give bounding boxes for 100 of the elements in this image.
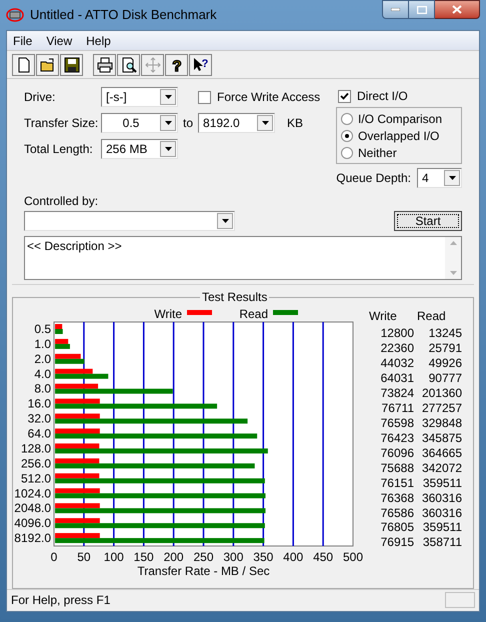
checkbox[interactable] (198, 90, 211, 104)
total-length-select[interactable]: 256 MB (101, 139, 178, 159)
toolbar-button[interactable] (117, 54, 140, 76)
category-label: 128.0 (20, 441, 51, 456)
window-title: Untitled - ATTO Disk Benchmark (30, 6, 217, 24)
category-label: 2048.0 (14, 501, 51, 516)
table-cell-text: 358711 (422, 535, 462, 550)
transfer-size-select[interactable]: 0.5 (101, 113, 178, 133)
table-cell-text: 49926 (428, 356, 462, 370)
dropdown-arrow-icon (164, 147, 172, 151)
category-label: 4096.0 (14, 516, 51, 530)
field-label: Controlled by: (24, 193, 100, 210)
category-label: 4.0 (34, 366, 51, 381)
toolbar-button[interactable] (93, 54, 116, 76)
column-header: Write (369, 308, 398, 322)
dropdown-arrow-icon (262, 121, 269, 125)
table-cell-text: 64031 (380, 371, 414, 386)
table-cell-text: 76805 (380, 520, 414, 534)
tick-label: 450 (313, 550, 334, 564)
table-cell-text: 360316 (420, 490, 462, 505)
field-label: Drive: (24, 89, 56, 106)
controlled-by-select[interactable] (24, 211, 235, 231)
category-label: 256.0 (20, 456, 51, 470)
menu-item[interactable]: File (13, 32, 32, 50)
toolbar-button[interactable]: ? (189, 54, 212, 76)
tick-label: 350 (253, 550, 274, 564)
table-cell-text: 12800 (380, 326, 414, 340)
axis-title: Transfer Rate - MB / Sec (137, 564, 270, 577)
table-cell-text: 329848 (420, 416, 462, 430)
maximize-button[interactable] (409, 0, 435, 19)
table-cell-text: 364665 (420, 446, 462, 460)
tick-label: 50 (77, 550, 91, 564)
table-cell-text: 345875 (420, 430, 462, 445)
checkbox[interactable] (338, 90, 351, 102)
category-label: 1.0 (34, 336, 51, 351)
field-label: Queue Depth: (336, 170, 411, 187)
tick-label: 150 (134, 550, 154, 564)
menu-item[interactable]: View (46, 32, 72, 50)
maximize-icon (416, 6, 426, 14)
tick-label: 200 (164, 550, 184, 564)
table-cell-text: 277257 (420, 401, 462, 416)
table-cell-text: 76368 (380, 490, 414, 505)
toolbar-button[interactable] (12, 54, 35, 76)
minimize-icon (391, 8, 400, 11)
category-label: 8192.0 (14, 531, 51, 546)
checkbox-label: Force Write Access (217, 89, 320, 106)
queue-depth-select[interactable]: 4 (417, 168, 462, 188)
category-label: 2.0 (34, 352, 51, 366)
category-label: 8.0 (34, 382, 51, 396)
blank-page-icon (16, 56, 32, 72)
tick-label: 400 (283, 550, 304, 564)
table-cell-text: 76151 (380, 476, 414, 490)
table-cell-text: 359511 (422, 476, 462, 490)
toolbar-button[interactable] (60, 54, 83, 76)
unit-label: KB (287, 115, 304, 132)
table-cell-text: 90777 (428, 371, 462, 386)
table-cell-text: 13245 (428, 326, 462, 340)
radio-button[interactable] (341, 112, 353, 124)
group-title: Test Results (200, 290, 270, 304)
tick-label: 100 (104, 550, 124, 564)
minimize-button[interactable] (382, 0, 409, 19)
start-button[interactable]: Start (394, 211, 462, 231)
table-cell-text: 76915 (380, 535, 414, 550)
question-mark-icon: ? (168, 56, 184, 72)
tick-label: 300 (223, 550, 244, 564)
radio-label: Neither (358, 144, 397, 162)
disk-logo-icon (6, 7, 24, 23)
table-cell-text: 76598 (380, 416, 414, 430)
status-pane (445, 592, 475, 608)
printer-icon (96, 56, 112, 72)
toolbar-button[interactable] (36, 54, 59, 76)
table-cell-text: 342072 (420, 460, 462, 475)
status-text: For Help, press F1 (11, 592, 112, 608)
close-button[interactable] (435, 0, 480, 19)
transfer-size-select[interactable]: 8192.0 (198, 113, 276, 133)
menu-item[interactable]: Help (86, 32, 111, 50)
tick-label: 250 (193, 550, 214, 564)
category-label: 1024.0 (14, 486, 51, 500)
category-label: 16.0 (28, 396, 51, 411)
folder-icon (40, 56, 56, 72)
dropdown-arrow-icon (448, 176, 456, 180)
legend-label: Write (154, 307, 182, 321)
toolbar-button[interactable]: ? (165, 54, 188, 76)
dropdown-arrow-icon (222, 219, 228, 223)
table-cell-text: 76096 (380, 446, 414, 460)
table-cell-text: 76586 (380, 506, 414, 520)
drive-select[interactable]: [-s-] (101, 87, 178, 107)
category-label: 0.5 (34, 322, 51, 336)
radio-button[interactable] (341, 146, 353, 158)
four-arrows-icon (144, 56, 160, 72)
field-label: to (183, 115, 194, 132)
category-label: 64.0 (28, 426, 51, 441)
table-cell-text: 75688 (380, 460, 414, 475)
dropdown-arrow-icon (164, 121, 172, 125)
magnifier-page-icon (120, 56, 136, 72)
close-icon (452, 5, 462, 14)
table-cell-text: 359511 (422, 520, 462, 534)
field-label: Total Length: (24, 141, 94, 158)
radio-button[interactable] (341, 130, 353, 142)
table-cell-text: 360316 (420, 506, 462, 520)
